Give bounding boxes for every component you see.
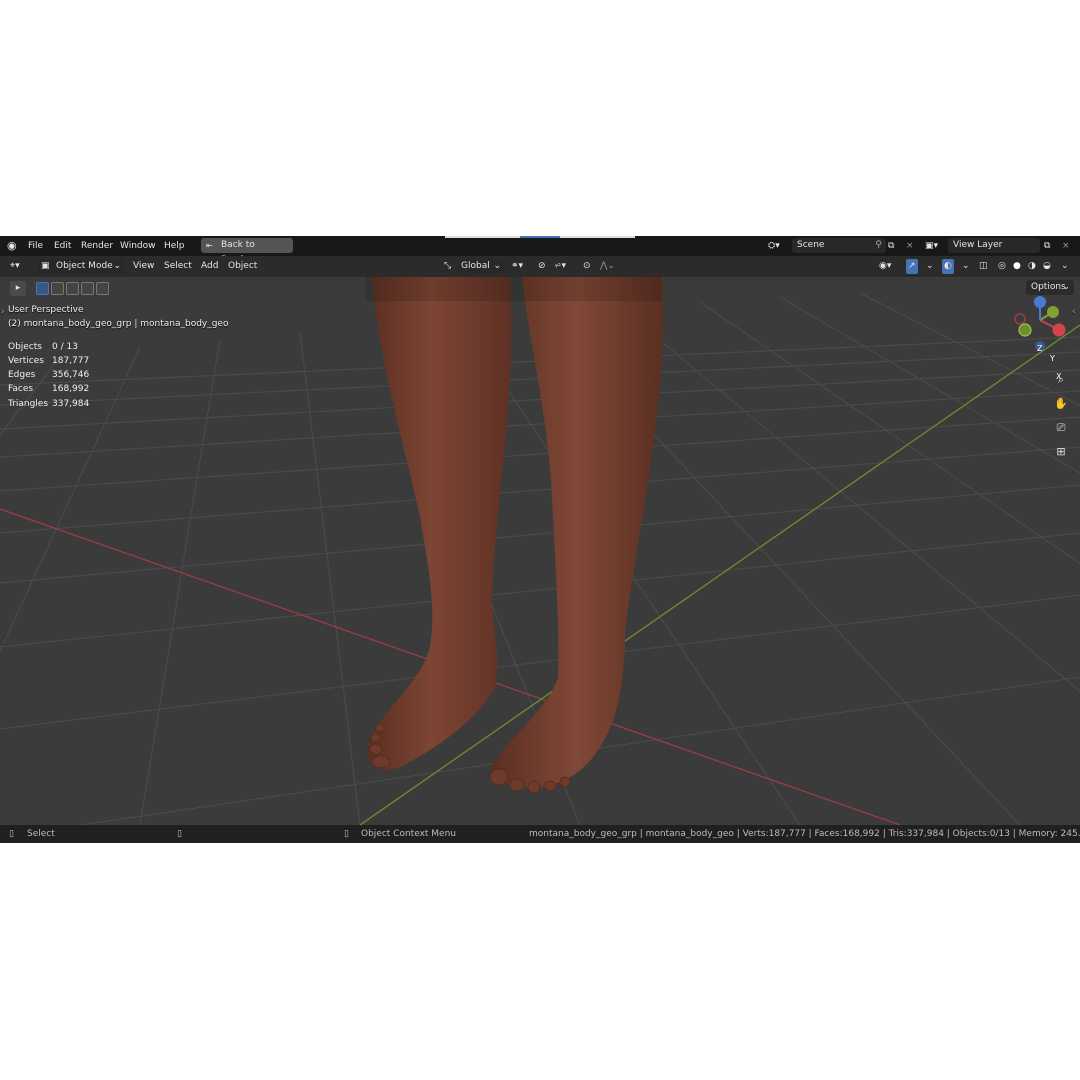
xray-toggle-icon[interactable]: ◫ xyxy=(979,256,988,277)
view-layer-selector-icon[interactable]: ▣▾ xyxy=(925,236,938,256)
blender-logo-icon[interactable]: ◉ xyxy=(7,236,17,256)
chevron-down-icon[interactable]: ⌄ xyxy=(1061,256,1069,277)
select-invert-icon[interactable] xyxy=(81,282,94,295)
status-context-menu: Object Context Menu xyxy=(361,829,457,839)
perspective-toggle-icon[interactable]: ⊞ xyxy=(1052,443,1070,461)
rendered-shading-icon[interactable]: ◒ xyxy=(1043,256,1051,277)
snap-target-icon[interactable]: ⩫▾ xyxy=(554,256,566,277)
select-intersect-icon[interactable] xyxy=(96,282,109,295)
solid-shading-icon[interactable]: ● xyxy=(1013,256,1021,277)
gizmo-toggle-icon[interactable]: ↗ xyxy=(906,259,918,274)
select-new-icon[interactable] xyxy=(36,282,49,295)
view-layer-field[interactable]: View Layer xyxy=(948,238,1040,253)
zoom-icon[interactable]: ⌕ xyxy=(1052,371,1070,389)
options-label: Options xyxy=(1031,282,1066,292)
stat-label: Objects xyxy=(8,342,43,352)
stat-label: Triangles xyxy=(8,399,49,409)
new-scene-icon[interactable]: ⧉ xyxy=(888,236,894,256)
menu-render[interactable]: Render xyxy=(81,236,113,256)
pivot-point-icon[interactable]: ⚭▾ xyxy=(511,256,523,277)
wireframe-shading-icon[interactable]: ◎ xyxy=(998,256,1006,277)
mouse-left-icon: ▯ xyxy=(9,829,14,839)
gizmo-z-label: Z xyxy=(1037,344,1043,353)
pin-icon[interactable]: ⚲ xyxy=(875,238,882,253)
orientation-dropdown[interactable]: Global ⌄ xyxy=(458,259,504,274)
view-perspective-label: User Perspective xyxy=(8,305,84,315)
gizmo-y-label: Y xyxy=(1050,354,1055,363)
menu-add[interactable]: Add xyxy=(201,256,218,277)
menu-select[interactable]: Select xyxy=(164,256,192,277)
chevron-down-icon[interactable]: ⌄ xyxy=(962,256,970,277)
navigation-gizmo[interactable] xyxy=(1014,296,1066,351)
stat-value: 337,984 xyxy=(52,399,90,409)
active-workspace-indicator xyxy=(520,236,560,238)
editor-type-icon[interactable]: ⌖▾ xyxy=(10,256,20,277)
snap-icon[interactable]: ⊘ xyxy=(538,256,546,277)
stat-label: Vertices xyxy=(8,356,44,366)
pan-hand-icon[interactable]: ✋ xyxy=(1052,395,1070,413)
menu-window[interactable]: Window xyxy=(120,236,156,256)
stat-label: Faces xyxy=(8,384,34,394)
orientation-label: Global xyxy=(461,261,490,271)
menu-file[interactable]: File xyxy=(28,236,43,256)
camera-view-icon[interactable]: ⎚ xyxy=(1052,419,1070,437)
falloff-icon[interactable]: ⋀⌄ xyxy=(600,256,615,277)
scene-name: Scene xyxy=(797,240,825,250)
viewport-scene xyxy=(0,277,1080,825)
chevron-down-icon: ⌄ xyxy=(493,261,501,271)
transform-orientation-icon: ⤡ xyxy=(444,261,452,271)
status-info: montana_body_geo_grp | montana_body_geo … xyxy=(529,829,1080,839)
toolbar-expand-icon[interactable]: › xyxy=(1,307,5,317)
region-overlap-band xyxy=(366,277,662,301)
sidebar-toggle-icon[interactable]: ‹ xyxy=(1072,307,1076,317)
select-subtract-icon[interactable] xyxy=(66,282,79,295)
blender-window: ◉ File Edit Render Window Help ⇤ Back to… xyxy=(0,236,1080,843)
menu-view[interactable]: View xyxy=(133,256,154,277)
stat-value: 187,777 xyxy=(52,356,90,366)
remove-scene-icon[interactable]: × xyxy=(906,236,914,256)
mode-label: Object Mode xyxy=(56,261,113,271)
stat-value: 0 / 13 xyxy=(52,342,78,352)
active-object-path: (2) montana_body_geo_grp | montana_body_… xyxy=(8,319,229,329)
menu-edit[interactable]: Edit xyxy=(54,236,71,256)
toolbar-toggle-icon[interactable]: ▸ xyxy=(10,281,26,296)
right-leg[interactable] xyxy=(491,277,664,788)
visibility-icon[interactable]: ◉▾ xyxy=(879,256,891,277)
viewport-header: ⌖▾ ▣ Object Mode ⌄ View Select Add Objec… xyxy=(0,256,1080,278)
top-menu-bar: ◉ File Edit Render Window Help ⇤ Back to… xyxy=(0,236,1080,265)
status-select: Select xyxy=(27,829,55,839)
chevron-down-icon: ⌄ xyxy=(1062,282,1070,292)
object-mode-icon: ▣ xyxy=(41,261,50,271)
left-leg[interactable] xyxy=(367,277,512,771)
overlays-toggle-icon[interactable]: ◐ xyxy=(942,259,954,274)
options-dropdown[interactable]: Options ⌄ xyxy=(1026,280,1074,295)
stat-label: Edges xyxy=(8,370,36,380)
chevron-down-icon: ⌄ xyxy=(113,261,121,271)
material-shading-icon[interactable]: ◑ xyxy=(1028,256,1036,277)
mouse-right-icon: ▯ xyxy=(344,829,349,839)
3d-viewport[interactable]: X Y Z ▸ Options ⌄ User Perspective (2) m… xyxy=(0,277,1080,825)
mode-dropdown[interactable]: ▣ Object Mode ⌄ xyxy=(38,259,124,274)
view-layer-name: View Layer xyxy=(953,240,1003,250)
chevron-down-icon[interactable]: ⌄ xyxy=(926,256,934,277)
status-bar: ▯ Select ▯ ▯ Object Context Menu montana… xyxy=(0,825,1080,843)
back-to-previous-button[interactable]: ⇤ Back to Previous xyxy=(201,238,293,265)
stat-value: 168,992 xyxy=(52,384,90,394)
scene-selector-icon[interactable]: ⛭▾ xyxy=(768,236,780,256)
proportional-editing-icon[interactable]: ⊙ xyxy=(583,256,591,277)
menu-object[interactable]: Object xyxy=(228,256,257,277)
menu-help[interactable]: Help xyxy=(164,236,185,256)
back-icon: ⇤ xyxy=(206,241,213,250)
remove-view-layer-icon[interactable]: × xyxy=(1062,236,1070,256)
select-extend-icon[interactable] xyxy=(51,282,64,295)
new-view-layer-icon[interactable]: ⧉ xyxy=(1044,236,1050,256)
stat-value: 356,746 xyxy=(52,370,90,380)
mouse-middle-icon: ▯ xyxy=(177,829,182,839)
scene-field[interactable]: Scene ⚲ xyxy=(792,238,886,253)
